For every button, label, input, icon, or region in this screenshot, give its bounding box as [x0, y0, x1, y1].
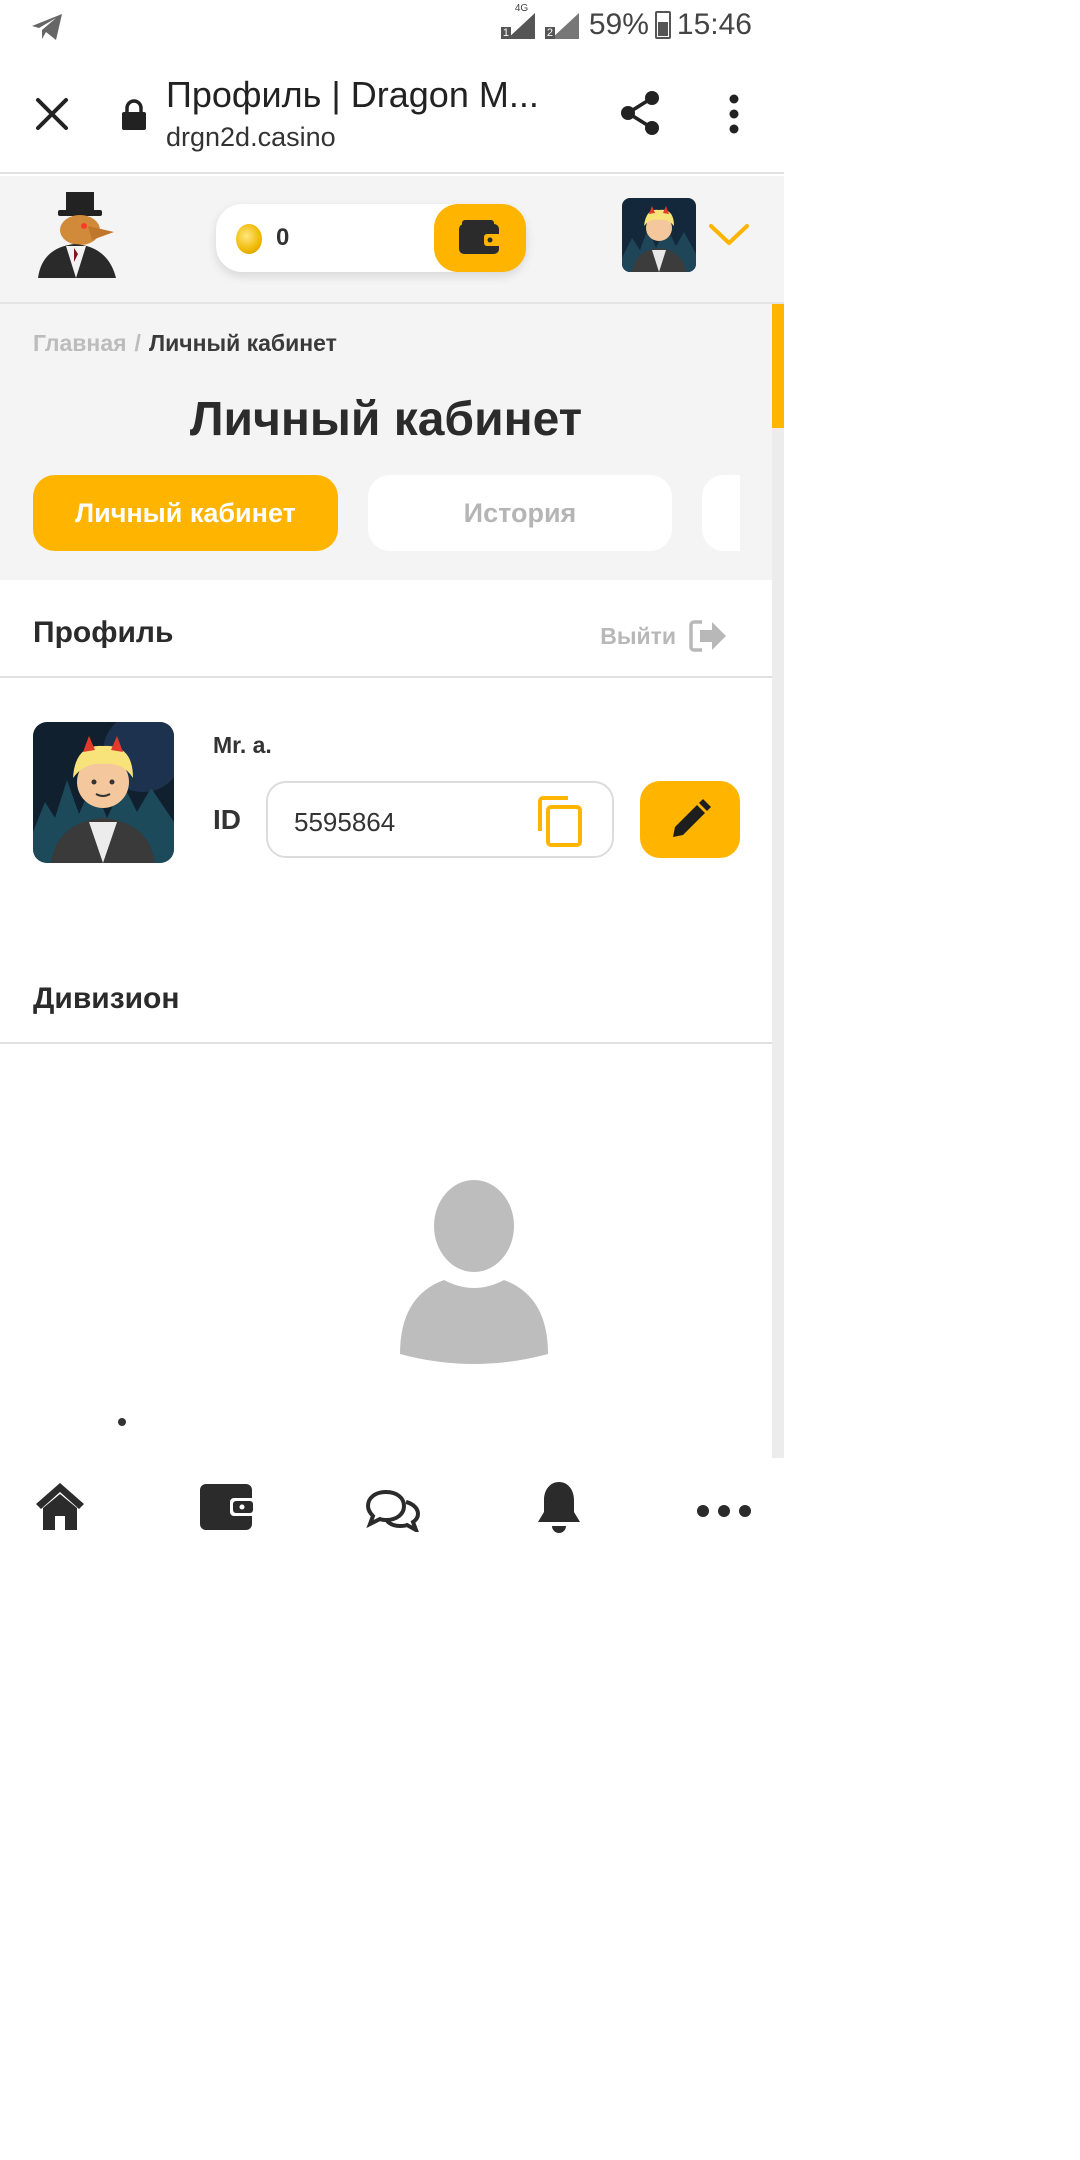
breadcrumb-separator: /	[134, 330, 141, 356]
username: Mr. a.	[213, 732, 272, 758]
logout-label: Выйти	[600, 622, 676, 649]
wallet-button[interactable]	[434, 204, 526, 272]
profile-section-header: Профиль Выйти	[0, 582, 772, 678]
scrollbar-thumb[interactable]	[772, 304, 784, 428]
wallet-icon	[459, 220, 502, 254]
pencil-icon	[673, 798, 711, 837]
user-avatar[interactable]	[622, 198, 696, 272]
signal-sim2-icon: 2	[544, 9, 583, 41]
tab-personal-account[interactable]: Личный кабинет	[33, 475, 338, 551]
site-header: 0	[0, 176, 784, 304]
more-icon[interactable]	[696, 1504, 752, 1518]
id-label: ID	[213, 804, 241, 835]
tab-next-partial[interactable]	[702, 475, 740, 551]
balance-amount: 0	[276, 224, 290, 251]
browser-toolbar: Профиль | Dragon M... drgn2d.casino	[0, 56, 784, 174]
list-bullet	[118, 1418, 126, 1426]
dragon-logo[interactable]	[30, 192, 120, 278]
home-icon[interactable]	[34, 1480, 86, 1532]
scrollbar[interactable]	[772, 304, 784, 1458]
logout-icon	[689, 620, 726, 652]
breadcrumb-current: Личный кабинет	[148, 330, 337, 356]
division-section-label: Дивизион	[33, 982, 180, 1015]
browser-url[interactable]: drgn2d.casino	[166, 122, 336, 153]
page-title: Личный кабинет	[189, 393, 583, 446]
profile-section-label: Профиль	[33, 616, 174, 649]
user-id-field: 5595864	[266, 781, 614, 858]
network-type: 4G	[514, 3, 529, 14]
breadcrumb-home[interactable]: Главная	[33, 330, 127, 356]
coin-icon	[236, 224, 262, 254]
more-vertical-icon[interactable]	[722, 94, 746, 134]
sim1-label: 1	[500, 27, 511, 39]
browser-page-title: Профиль | Dragon M...	[166, 74, 539, 115]
chevron-down-icon[interactable]	[708, 222, 750, 248]
logout-button[interactable]: Выйти	[600, 618, 728, 654]
sim2-label: 2	[544, 27, 555, 39]
share-icon[interactable]	[618, 90, 662, 136]
profile-avatar[interactable]	[33, 722, 174, 863]
battery-icon	[654, 11, 671, 39]
bell-icon[interactable]	[536, 1480, 582, 1534]
breadcrumb: Главная / Личный кабинет	[33, 330, 337, 357]
signal-sim1-icon: 4G 1	[500, 3, 539, 41]
bottom-navigation	[0, 1458, 784, 1568]
division-section-header: Дивизион	[0, 948, 772, 1044]
lock-icon	[122, 99, 146, 130]
battery-percent: 59%	[588, 8, 649, 41]
user-placeholder-icon	[400, 1180, 548, 1364]
telegram-icon	[32, 14, 62, 40]
tab-history[interactable]: История	[368, 475, 672, 551]
status-bar: 4G 1 2 59% 15:46	[0, 0, 784, 56]
edit-profile-button[interactable]	[640, 781, 740, 858]
wallet-icon[interactable]	[200, 1480, 256, 1532]
user-id-value: 5595864	[294, 807, 396, 837]
close-icon[interactable]	[32, 94, 72, 134]
copy-icon[interactable]	[536, 795, 584, 849]
clock: 15:46	[676, 8, 752, 41]
chat-icon[interactable]	[366, 1488, 420, 1532]
